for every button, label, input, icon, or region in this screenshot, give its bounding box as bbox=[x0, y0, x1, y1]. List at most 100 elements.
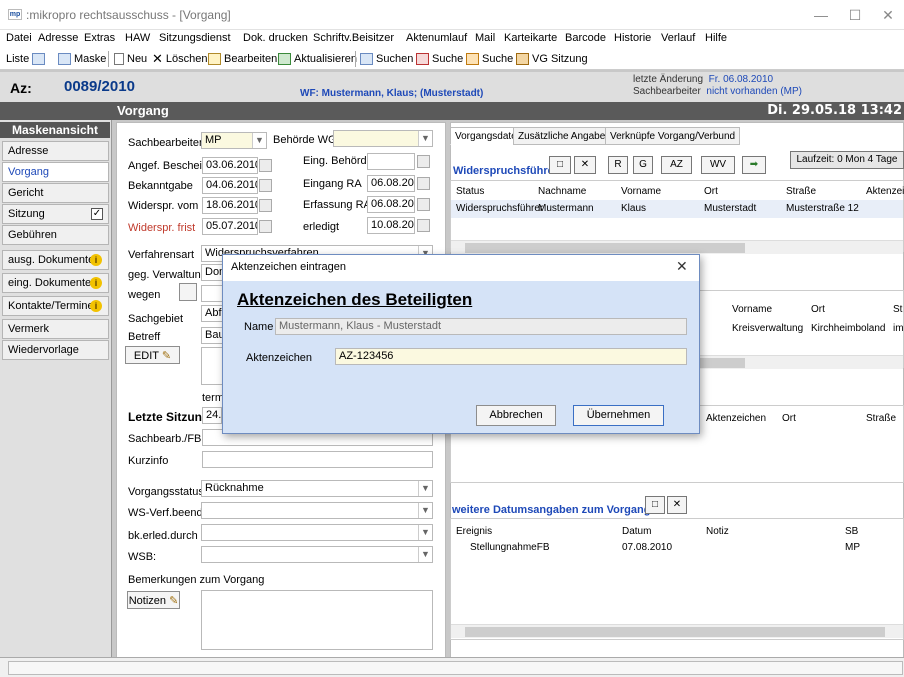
menu-karteikarte[interactable]: Karteikarte bbox=[504, 32, 557, 44]
erledigt-field[interactable]: 10.08.2010 bbox=[367, 217, 415, 234]
export-button[interactable]: ➡ bbox=[742, 156, 766, 174]
calendar-icon[interactable] bbox=[259, 179, 272, 192]
tab-zusaetzliche[interactable]: Zusätzliche Angaben bbox=[513, 127, 616, 145]
bekannt-field[interactable]: 04.06.2010 bbox=[202, 177, 258, 194]
menu-verlauf[interactable]: Verlauf bbox=[661, 32, 695, 44]
calendar-icon[interactable] bbox=[259, 159, 272, 172]
nav-sitzung[interactable]: Sitzung ✓ bbox=[2, 204, 109, 224]
calendar-icon[interactable] bbox=[417, 198, 430, 211]
nav-eing-dokumente[interactable]: eing. Dokumente i bbox=[2, 273, 109, 293]
delete-wf-button[interactable]: ✕ bbox=[574, 156, 596, 174]
minimize-icon[interactable]: — bbox=[806, 4, 836, 26]
uebernehmen-button[interactable]: Übernehmen bbox=[573, 405, 664, 426]
menu-aktenumlauf[interactable]: Aktenumlauf bbox=[406, 32, 467, 44]
nav-label: Adresse bbox=[8, 145, 49, 157]
section-title: Vorgang bbox=[117, 103, 169, 118]
status-bar bbox=[0, 657, 904, 677]
menu-haw[interactable]: HAW bbox=[125, 32, 150, 44]
menu-sitzungsdienst[interactable]: Sitzungsdienst bbox=[159, 32, 231, 44]
nav-kontakte[interactable]: Kontakte/Termine i bbox=[2, 296, 109, 316]
nav-ausg-dokumente[interactable]: ausg. Dokumente i bbox=[2, 250, 109, 270]
wsb-select[interactable]: ▼ bbox=[201, 546, 433, 563]
menu-hilfe[interactable]: Hilfe bbox=[705, 32, 727, 44]
calendar-icon[interactable] bbox=[259, 199, 272, 212]
horizontal-scrollbar[interactable] bbox=[451, 624, 903, 638]
wegen-lookup-button[interactable] bbox=[179, 283, 197, 301]
chevron-down-icon: ▼ bbox=[418, 547, 432, 562]
suchen-button[interactable]: Suchen bbox=[360, 51, 413, 67]
bk-select[interactable]: ▼ bbox=[201, 524, 433, 541]
bearbeiten-button[interactable]: Bearbeiten bbox=[208, 51, 277, 67]
eing-beh-field[interactable] bbox=[367, 153, 415, 170]
suche2-label: Suche bbox=[482, 53, 514, 65]
behoerde-select[interactable]: ▼ bbox=[333, 130, 433, 147]
chevron-down-icon: ▼ bbox=[418, 525, 432, 540]
nav-vermerk[interactable]: Vermerk bbox=[2, 319, 109, 339]
sachbearbeiter-select[interactable]: MP ▼ bbox=[201, 132, 267, 149]
nav-gebuehren[interactable]: Gebühren bbox=[2, 225, 109, 245]
toolbar-separator bbox=[108, 51, 109, 67]
close-icon[interactable]: ✕ bbox=[676, 258, 688, 275]
liste-button[interactable]: Liste bbox=[6, 51, 48, 67]
angef-field[interactable]: 03.06.2010 bbox=[202, 157, 258, 174]
maske-button[interactable]: Maske bbox=[58, 51, 106, 67]
ws-verf-select[interactable]: ▼ bbox=[201, 502, 433, 519]
eingang-ra-field[interactable]: 06.08.2010 bbox=[367, 175, 415, 192]
scroll-thumb[interactable] bbox=[465, 243, 745, 253]
nav-wiedervorlage[interactable]: Wiedervorlage bbox=[2, 340, 109, 360]
nav-adresse[interactable]: Adresse bbox=[2, 141, 109, 161]
eingang-ra-label: Eingang RA bbox=[303, 178, 362, 190]
widerspr-field[interactable]: 18.06.2010 bbox=[202, 197, 258, 214]
menu-schriftv[interactable]: Schriftv.Beisitzer bbox=[313, 32, 394, 44]
vg-sitzung-button[interactable]: VG Sitzung bbox=[516, 51, 588, 67]
sb-value: nicht vorhanden (MP) bbox=[706, 86, 802, 97]
aktenzeichen-input[interactable]: AZ-123456 bbox=[335, 348, 687, 365]
loeschen-button[interactable]: ✕ Löschen bbox=[152, 51, 208, 67]
az-button[interactable]: AZ bbox=[661, 156, 692, 174]
g-button[interactable]: G bbox=[633, 156, 653, 174]
bemerk-text[interactable] bbox=[201, 590, 433, 650]
tab-verknuepfe[interactable]: Verknüpfe Vorgang/Verbund bbox=[605, 127, 741, 145]
erfassung-field[interactable]: 06.08.2010 bbox=[367, 196, 415, 213]
nav-title: Maskenansicht bbox=[0, 122, 110, 138]
frist-field[interactable]: 05.07.2010 bbox=[202, 218, 258, 235]
menu-mail[interactable]: Mail bbox=[475, 32, 495, 44]
datum-grid bbox=[450, 518, 904, 640]
menu-adresse[interactable]: Adresse bbox=[38, 32, 78, 44]
liste-label: Liste bbox=[6, 53, 30, 65]
new-datum-button[interactable]: □ bbox=[645, 496, 665, 514]
aktualisieren-button[interactable]: Aktualisieren bbox=[278, 51, 357, 67]
menu-historie[interactable]: Historie bbox=[614, 32, 651, 44]
neu-label: Neu bbox=[127, 53, 148, 65]
calendar-icon[interactable] bbox=[417, 155, 430, 168]
calendar-icon[interactable] bbox=[259, 220, 272, 233]
nav-gericht[interactable]: Gericht bbox=[2, 183, 109, 203]
neu-button[interactable]: Neu bbox=[114, 51, 147, 67]
menu-datei[interactable]: Datei bbox=[6, 32, 32, 44]
r-button[interactable]: R bbox=[608, 156, 628, 174]
menu-dok-drucken[interactable]: Dok. drucken bbox=[243, 32, 308, 44]
horizontal-scrollbar[interactable] bbox=[451, 240, 903, 254]
close-icon[interactable]: ✕ bbox=[873, 4, 903, 26]
nav-vorgang[interactable]: Vorgang bbox=[2, 162, 109, 182]
edit-button[interactable]: EDIT ✎ bbox=[125, 346, 180, 364]
calendar-icon[interactable] bbox=[417, 219, 430, 232]
suche-az-button[interactable]: Suche bbox=[416, 51, 463, 67]
wv-button[interactable]: WV bbox=[701, 156, 735, 174]
menu-extras[interactable]: Extras bbox=[84, 32, 115, 44]
calendar-icon[interactable] bbox=[417, 177, 430, 190]
letzte-sitzung-field[interactable]: 24.1 bbox=[202, 407, 222, 424]
maximize-icon[interactable]: ☐ bbox=[840, 4, 870, 26]
abbrechen-button[interactable]: Abbrechen bbox=[476, 405, 556, 426]
kurzinfo-field[interactable] bbox=[202, 451, 433, 468]
menu-barcode[interactable]: Barcode bbox=[565, 32, 606, 44]
last-change-label: letzte Änderung bbox=[633, 74, 704, 85]
scroll-thumb[interactable] bbox=[465, 627, 885, 637]
col-header: Vorname bbox=[621, 186, 662, 197]
suche-person-button[interactable]: Suche bbox=[466, 51, 513, 67]
notizen-button[interactable]: Notizen ✎ bbox=[127, 591, 180, 609]
suchen-label: Suchen bbox=[376, 53, 414, 65]
status-select[interactable]: Rücknahme ▼ bbox=[201, 480, 433, 497]
new-wf-button[interactable]: □ bbox=[549, 156, 571, 174]
delete-datum-button[interactable]: ✕ bbox=[667, 496, 687, 514]
